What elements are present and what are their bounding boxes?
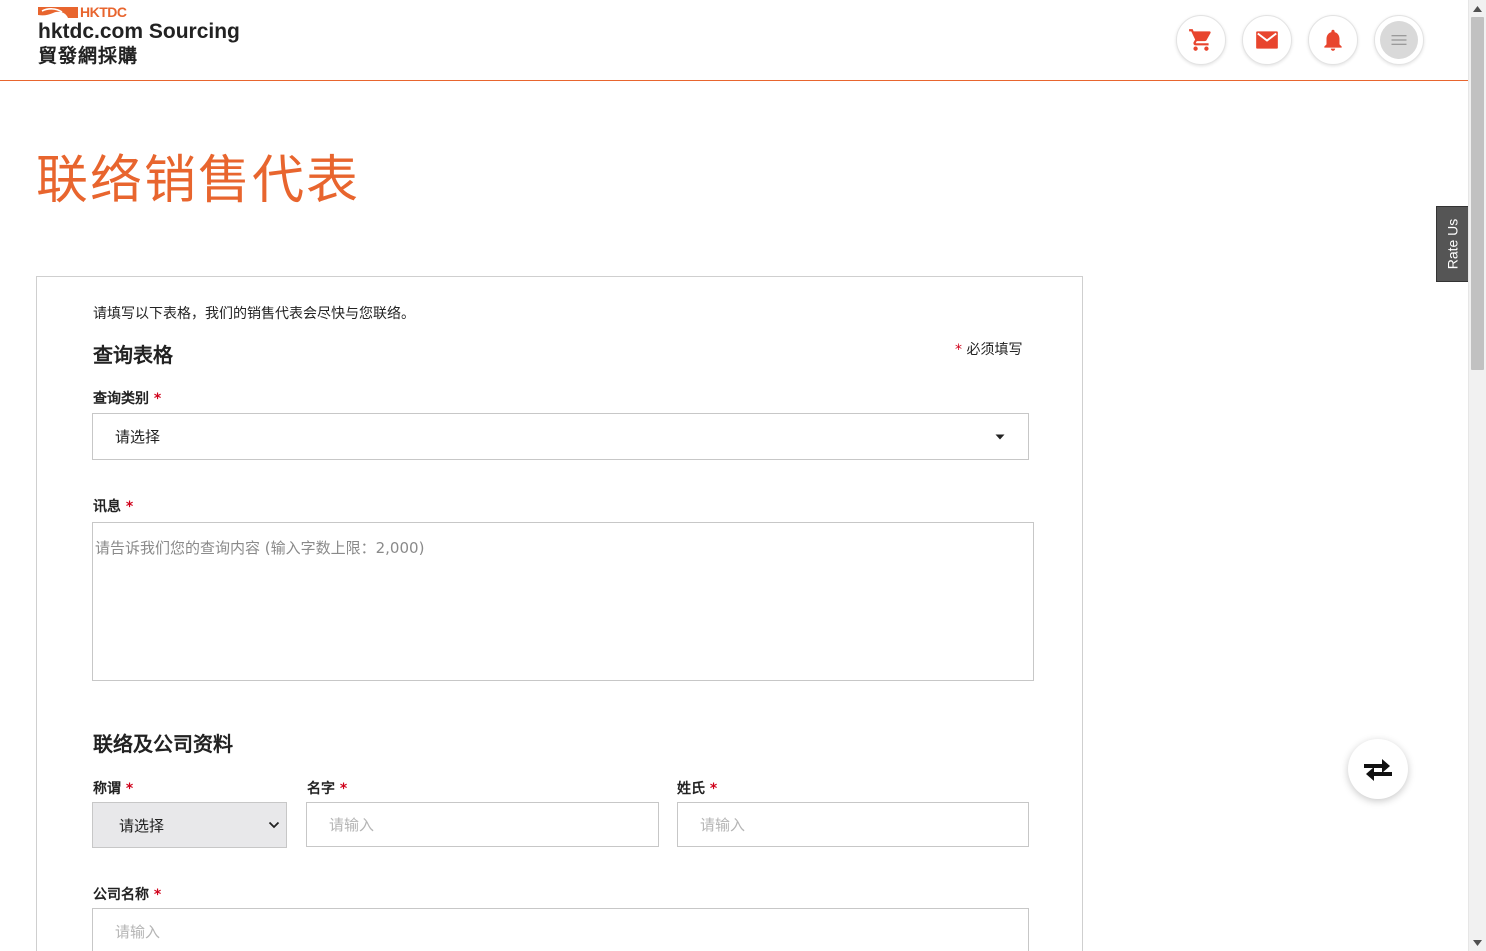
required-star: * — [955, 342, 962, 358]
category-select[interactable]: 请选择 — [92, 413, 1029, 460]
company-label: 公司名称 * — [93, 884, 161, 904]
hktdc-wave-icon — [38, 7, 78, 18]
rate-us-tab[interactable]: Rate Us — [1436, 206, 1469, 282]
company-placeholder: 请输入 — [115, 922, 161, 941]
form-intro: 请填写以下表格，我们的销售代表会尽快与您联络。 — [93, 306, 415, 322]
required-star: * — [125, 499, 134, 515]
site-header: HKTDC hktdc.com Sourcing 貿發網採購 — [0, 0, 1468, 81]
first-name-input[interactable]: 请输入 — [306, 802, 659, 847]
salutation-select-value: 请选择 — [119, 816, 165, 835]
scroll-down-button[interactable] — [1469, 934, 1486, 951]
salutation-select[interactable]: 请选择 — [92, 802, 287, 848]
last-name-input[interactable]: 请输入 — [677, 802, 1029, 847]
category-select-value: 请选择 — [115, 428, 161, 446]
compare-arrows-icon — [1364, 759, 1392, 781]
required-star: * — [153, 887, 162, 903]
cart-button[interactable] — [1176, 15, 1226, 65]
message-label: 讯息 * — [93, 496, 133, 516]
first-name-placeholder: 请输入 — [329, 816, 375, 834]
last-name-placeholder: 请输入 — [700, 816, 746, 834]
first-name-label-text: 名字 — [307, 781, 335, 797]
category-label: 查询类别 * — [93, 388, 161, 408]
mail-button[interactable] — [1242, 15, 1292, 65]
first-name-label: 名字 * — [307, 778, 347, 798]
menu-icon — [1391, 35, 1407, 45]
required-star: * — [125, 781, 134, 797]
required-note: * 必须填写 — [955, 339, 1022, 359]
company-input[interactable]: 请输入 — [92, 908, 1029, 951]
triangle-down-icon — [1473, 939, 1482, 946]
bell-icon — [1324, 29, 1342, 51]
required-star: * — [153, 391, 162, 407]
hktdc-logo[interactable]: HKTDC hktdc.com Sourcing 貿發網採購 — [38, 4, 240, 68]
salutation-label-text: 称谓 — [93, 781, 121, 797]
chevron-down-icon — [268, 821, 280, 829]
required-star: * — [709, 781, 718, 797]
caret-down-icon — [995, 434, 1005, 439]
logo-top-row: HKTDC — [38, 4, 240, 20]
message-label-text: 讯息 — [93, 499, 121, 515]
notification-button[interactable] — [1308, 15, 1358, 65]
triangle-up-icon — [1473, 5, 1482, 12]
brand-short: HKTDC — [80, 4, 127, 20]
required-note-text: 必须填写 — [966, 342, 1023, 358]
scrollbar-thumb[interactable] — [1471, 17, 1484, 370]
menu-circle — [1380, 21, 1418, 59]
enquiry-form-card: 请填写以下表格，我们的销售代表会尽快与您联络。 查询表格 * 必须填写 查询类别… — [36, 276, 1083, 951]
section-title-contact: 联络及公司资料 — [93, 732, 233, 756]
rate-us-label: Rate Us — [1444, 218, 1461, 270]
message-textarea[interactable]: 请告诉我们您的查询内容 (输入字数上限：2,000) — [92, 522, 1034, 681]
scroll-up-button[interactable] — [1469, 0, 1486, 17]
company-label-text: 公司名称 — [93, 887, 149, 903]
page-scrollbar[interactable] — [1468, 0, 1486, 951]
mail-icon — [1256, 31, 1278, 49]
message-placeholder: 请告诉我们您的查询内容 (输入字数上限：2,000) — [95, 539, 425, 557]
brand-name-zh: 貿發網採購 — [38, 45, 139, 67]
salutation-label: 称谓 * — [93, 778, 133, 798]
last-name-label-text: 姓氏 — [677, 781, 705, 797]
category-label-text: 查询类别 — [93, 391, 149, 407]
menu-button[interactable] — [1374, 15, 1424, 65]
section-title-enquiry: 查询表格 — [93, 343, 173, 367]
last-name-label: 姓氏 * — [677, 778, 717, 798]
brand-name-en: hktdc.com Sourcing — [38, 20, 240, 43]
required-star: * — [339, 781, 348, 797]
compare-button[interactable] — [1348, 739, 1408, 799]
page-title: 联络销售代表 — [36, 151, 361, 211]
cart-icon — [1189, 29, 1211, 51]
